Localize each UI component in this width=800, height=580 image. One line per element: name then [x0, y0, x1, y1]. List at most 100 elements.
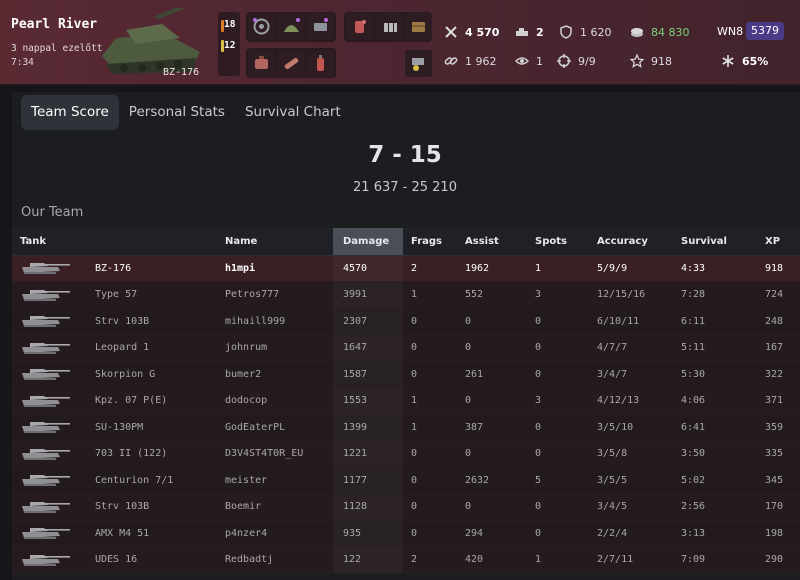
cell-damage: 1221 [333, 440, 403, 468]
cell-xp: 335 [765, 440, 800, 468]
cell-xp: 359 [765, 414, 800, 441]
cell-tank-name: UDES 16 [95, 546, 225, 574]
table-row[interactable]: SU-130PM GodEaterPL 1399 1 387 0 3/5/10 6:41 359 [12, 414, 800, 441]
cell-damage: 1553 [333, 387, 403, 415]
tab-survival-chart[interactable]: Survival Chart [235, 95, 351, 130]
tank-icon [22, 395, 70, 407]
cell-survival: 7:09 [681, 546, 765, 574]
table-row[interactable]: Type 57 Petros777 3991 1 552 3 12/15/16 7:28 724 [12, 281, 800, 309]
cell-accuracy: 3/5/5 [597, 467, 681, 494]
cell-tank-name: 703 II (122) [95, 440, 225, 468]
cell-xp: 198 [765, 520, 800, 547]
tank-icon [22, 263, 70, 275]
cell-accuracy: 3/5/10 [597, 414, 681, 441]
cell-xp: 290 [765, 546, 800, 574]
table-row[interactable]: Kpz. 07 P(E) dodocop 1553 1 0 3 4/12/13 4:06 371 [12, 387, 800, 415]
cell-player-name[interactable]: h1mpi [225, 255, 333, 282]
cell-frags: 0 [403, 308, 465, 335]
star-icon [630, 54, 644, 68]
camo-net-icon [284, 18, 300, 32]
column-header-spots[interactable]: Spots [535, 228, 597, 256]
cell-frags: 0 [403, 361, 465, 388]
cell-player-name[interactable]: bumer2 [225, 361, 333, 388]
cell-player-name[interactable]: D3V4ST4T0R_EU [225, 440, 333, 468]
cell-damage: 3991 [333, 281, 403, 309]
table-row[interactable]: 703 II (122) D3V4ST4T0R_EU 1221 0 0 0 3/5/8 3:5… [12, 440, 800, 468]
column-header-tank[interactable]: Tank [12, 228, 95, 256]
cell-spots: 1 [535, 255, 597, 282]
tank-icon [22, 448, 70, 460]
hits-value: 9/9 [578, 54, 596, 68]
table-row[interactable]: Skorpion Gbumer2 1587 0 261 0 3/4/7 5:30 322 [12, 361, 800, 388]
cell-xp: 918 [765, 255, 800, 282]
assist-stat: 1 962 [444, 54, 497, 68]
cell-player-name[interactable]: Redbadtj [225, 546, 333, 574]
column-header-xp[interactable]: XP [765, 228, 800, 256]
cell-survival: 3:13 [681, 520, 765, 547]
cell-player-name[interactable]: Boemir [225, 493, 333, 521]
tank-icon [22, 475, 70, 487]
cell-xp: 724 [765, 281, 800, 309]
cell-frags: 1 [403, 281, 465, 309]
battle-time: 3 nappal ezelőtt 7:34 [11, 42, 103, 70]
tank-icon [22, 369, 70, 381]
ammo-directive-icon [384, 23, 397, 32]
tank-icon [22, 342, 70, 354]
cell-tank-name: SU-130PM [95, 414, 225, 441]
cell-survival: 5:11 [681, 334, 765, 362]
cell-damage: 122 [333, 546, 403, 574]
directive-slot-3 [405, 13, 432, 40]
cell-assist: 0 [465, 493, 535, 521]
cell-player-name[interactable]: meister [225, 467, 333, 494]
column-header-frags[interactable]: Frags [403, 228, 465, 256]
cell-survival: 7:28 [681, 281, 765, 309]
cell-tank-name: Strv 103B [95, 493, 225, 521]
cell-player-name[interactable]: Petros777 [225, 281, 333, 309]
table-row[interactable]: Strv 103B Boemir 1128 0 0 0 3/4/5 2:56 170 [12, 493, 800, 521]
tank-icon-cell [12, 334, 95, 362]
tab-personal-stats[interactable]: Personal Stats [119, 95, 235, 130]
table-row[interactable]: Leopard 1 johnrum 1647 0 0 0 4/7/7 5:11 167 [12, 334, 800, 362]
cell-survival: 6:11 [681, 308, 765, 335]
cell-frags: 0 [403, 334, 465, 362]
tab-team-score[interactable]: Team Score [21, 95, 119, 130]
cell-player-name[interactable]: dodocop [225, 387, 333, 415]
tank-icon-cell [12, 281, 95, 309]
table-row[interactable]: Strv 103B mihaill999 2307 0 0 0 6/10/11 6:11 248 [12, 308, 800, 335]
battle-header: Pearl River 3 nappal ezelőtt 7:34 BZ-176… [0, 0, 800, 85]
column-header-survival[interactable]: Survival [681, 228, 765, 256]
column-header-damage[interactable]: Damage [333, 228, 403, 256]
cell-player-name[interactable]: mihaill999 [225, 308, 333, 335]
cell-spots: 0 [535, 361, 597, 388]
table-row[interactable]: UDES 16 Redbadtj 122 2 420 1 2/7/11 7:09 290 [12, 546, 800, 574]
shells-panel: 18 12 [218, 12, 240, 76]
team-damage-totals: 21 637 - 25 210 [353, 180, 457, 195]
cell-assist: 294 [465, 520, 535, 547]
cell-survival: 6:41 [681, 414, 765, 441]
food-ration-icon [412, 22, 425, 32]
column-header-accuracy[interactable]: Accuracy [597, 228, 681, 256]
table-row[interactable]: Centurion 7/1 meister 1177 0 2632 5 3/5/5 5:02 3… [12, 467, 800, 494]
table-row[interactable]: BZ-176 h1mpi 4570 2 1962 1 5/9/9 4:33 918 [12, 255, 800, 282]
cell-survival: 3:50 [681, 440, 765, 468]
cell-tank-name: Strv 103B [95, 308, 225, 335]
column-header-name[interactable]: Name [225, 228, 333, 256]
table-row[interactable]: AMX M4 51 p4nzer4 935 0 294 0 2/2/4 3:13 198 [12, 520, 800, 547]
cell-damage: 2307 [333, 308, 403, 335]
tank-icon [22, 422, 70, 434]
column-header-assist[interactable]: Assist [465, 228, 535, 256]
cell-player-name[interactable]: johnrum [225, 334, 333, 362]
cell-accuracy: 5/9/9 [597, 255, 681, 282]
cell-survival: 5:02 [681, 467, 765, 494]
cell-accuracy: 4/12/13 [597, 387, 681, 415]
cell-player-name[interactable]: GodEaterPL [225, 414, 333, 441]
percent-stat: 65% [721, 54, 768, 68]
cell-assist: 0 [465, 334, 535, 362]
tank-icon-cell [12, 308, 95, 335]
cell-tank-name: Leopard 1 [95, 334, 225, 362]
cell-spots: 1 [535, 546, 597, 574]
cell-player-name[interactable]: p4nzer4 [225, 520, 333, 547]
fire-extinguisher-icon [317, 55, 324, 71]
cell-accuracy: 4/7/7 [597, 334, 681, 362]
cell-assist: 2632 [465, 467, 535, 494]
